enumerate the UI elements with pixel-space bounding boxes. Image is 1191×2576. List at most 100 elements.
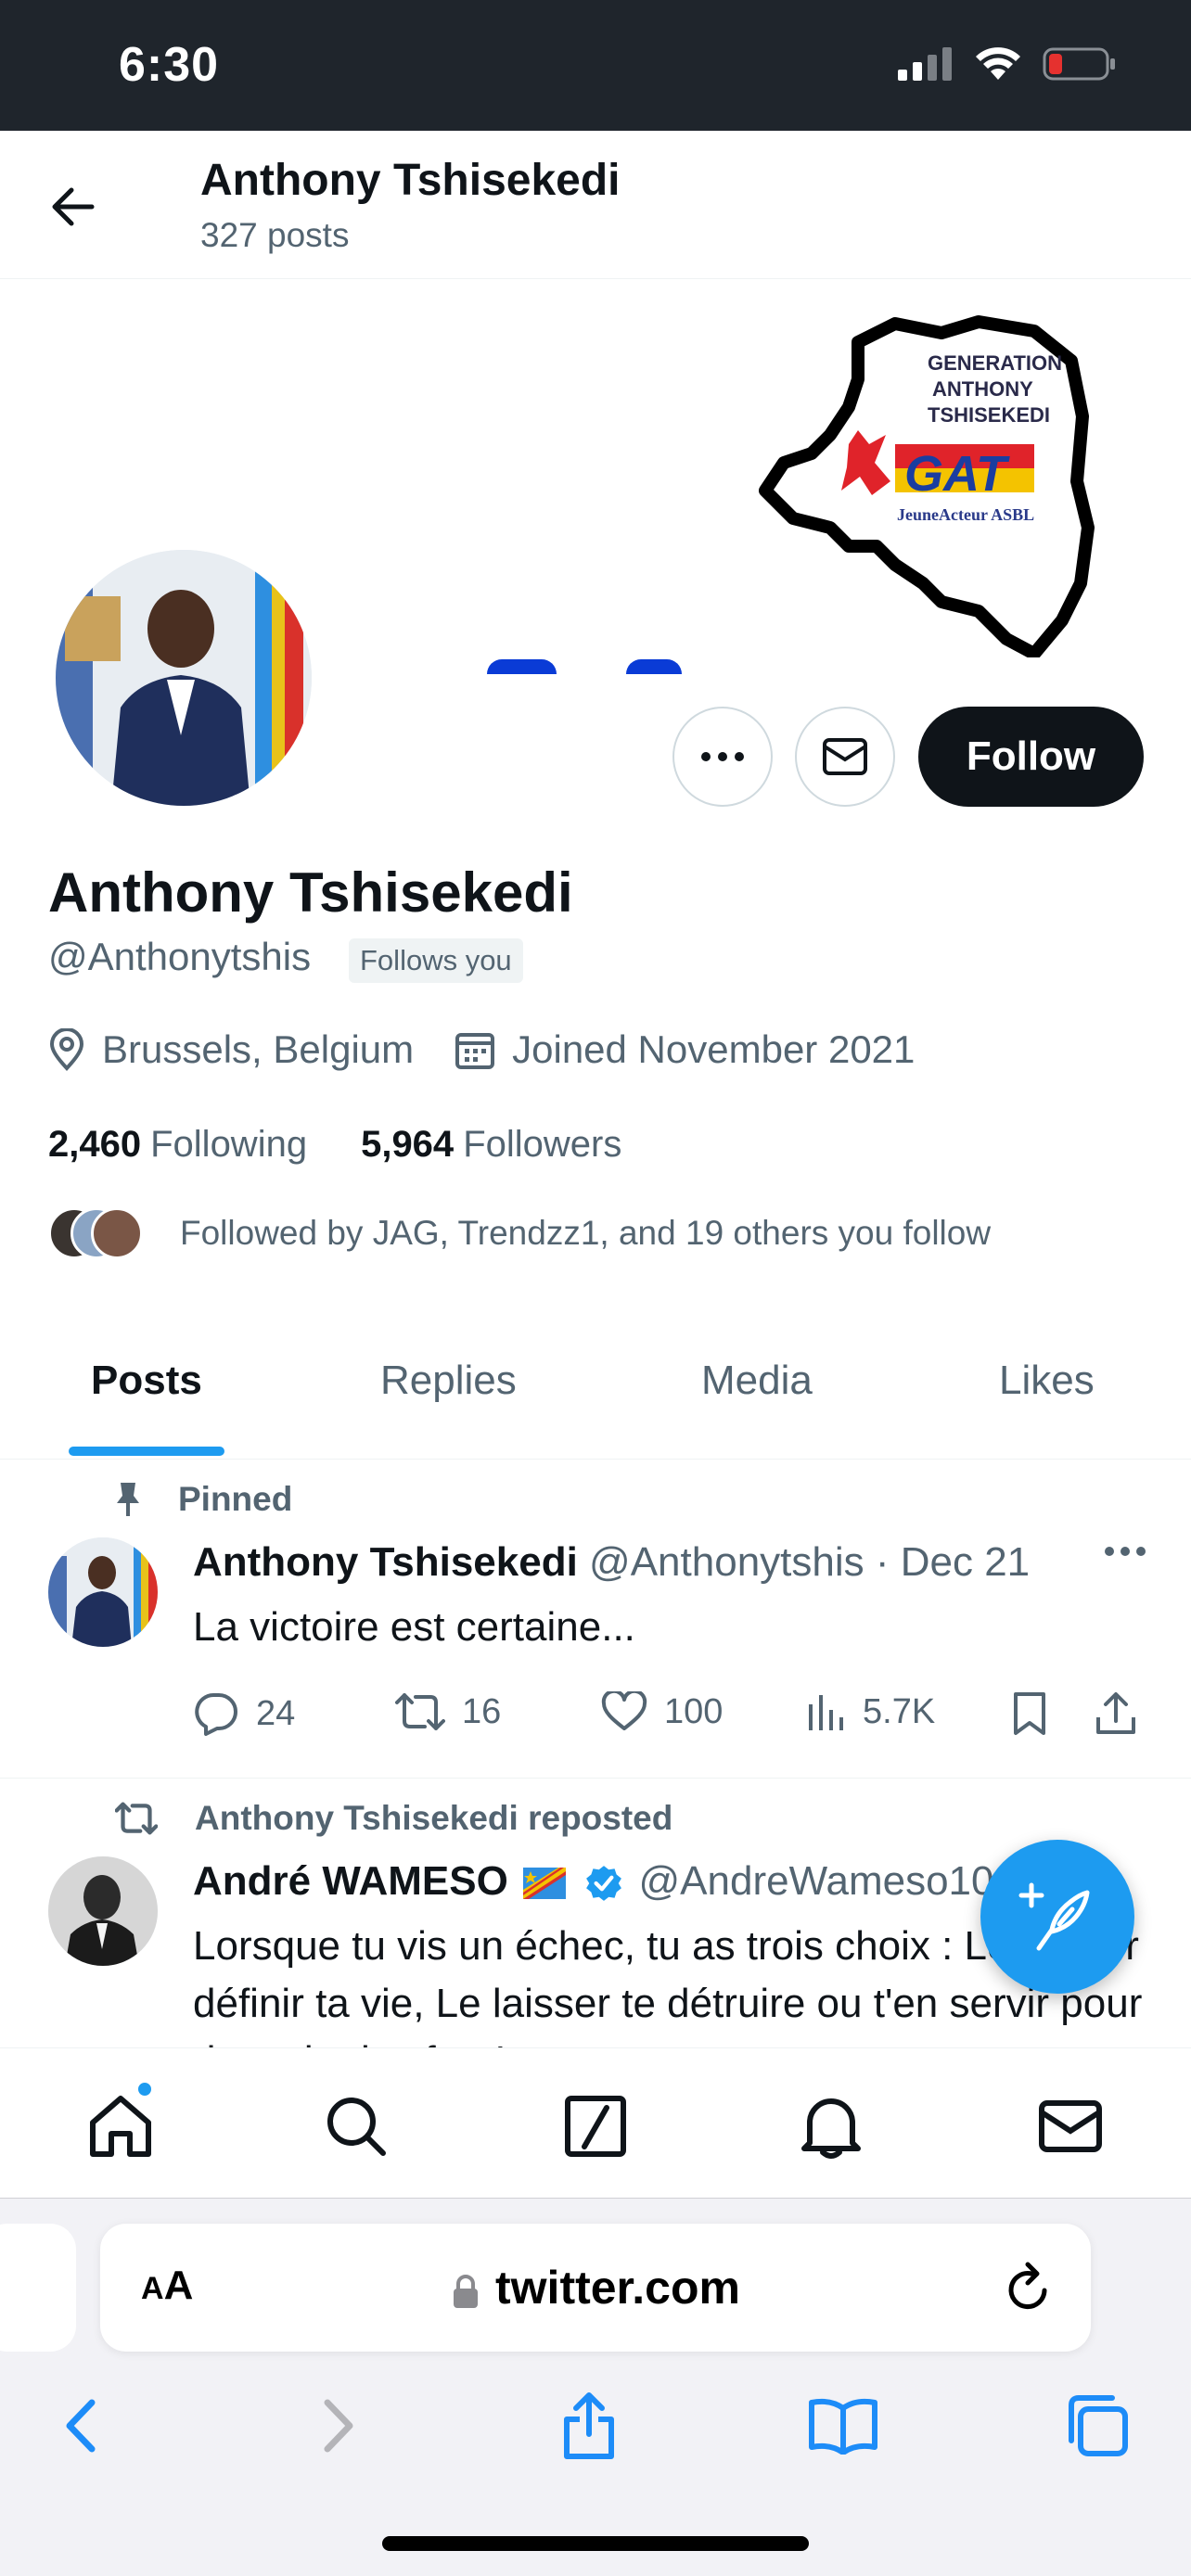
following-stat[interactable]: 2,460 Following — [48, 1124, 307, 1166]
reload-icon — [1008, 2262, 1047, 2310]
banner-logo: GENERATION ANTHONY TSHISEKEDI GAT JeuneA… — [759, 315, 1095, 657]
share-button[interactable] — [1095, 1691, 1137, 1736]
heart-icon — [601, 1691, 647, 1730]
follows-you-badge: Follows you — [349, 938, 523, 983]
followed-by-text: Followed by JAG, Trendzz1, and 19 others… — [180, 1214, 992, 1252]
repost-context-text: Anthony Tshisekedi reposted — [195, 1799, 673, 1837]
tweet-avatar[interactable] — [48, 1537, 158, 1647]
bell-icon — [801, 2098, 861, 2159]
active-tab-indicator — [69, 1447, 224, 1456]
profile-name: Anthony Tshisekedi — [48, 861, 573, 924]
url-display: twitter.com — [100, 2261, 1091, 2315]
home-indicator — [382, 2536, 809, 2551]
book-icon — [809, 2398, 877, 2455]
tab-media[interactable]: Media — [701, 1358, 813, 1404]
nav-home[interactable] — [85, 2091, 156, 2162]
tweet-author-name[interactable]: Anthony Tshisekedi — [193, 1539, 578, 1585]
views-button[interactable]: 5.7K — [805, 1691, 935, 1732]
message-button[interactable] — [795, 707, 895, 807]
reply-icon — [195, 1693, 237, 1736]
followers-stat[interactable]: 5,964 Followers — [361, 1124, 621, 1166]
avatar-photo — [56, 550, 312, 806]
bottom-navigation — [0, 2047, 1191, 2198]
chevron-left-icon — [66, 2399, 96, 2453]
location-text: Brussels, Belgium — [102, 1027, 415, 1071]
wifi-icon — [976, 47, 1020, 80]
followed-by[interactable]: Followed by JAG, Trendzz1, and 19 others… — [48, 1207, 991, 1259]
repost-count: 16 — [462, 1691, 502, 1731]
tweet-author-name[interactable]: André WAMESO — [193, 1858, 508, 1904]
browser-share-button[interactable] — [547, 2384, 631, 2468]
followers-label: Followers — [463, 1124, 622, 1165]
like-button[interactable]: 100 — [601, 1691, 723, 1732]
avatar-photo — [48, 1537, 158, 1647]
svg-text:JeuneActeur ASBL: JeuneActeur ASBL — [897, 505, 1034, 524]
repost-icon — [395, 1693, 445, 1730]
verified-badge-icon — [586, 1866, 622, 1902]
browser-back-button[interactable] — [39, 2384, 122, 2468]
compose-feather-icon — [1018, 1882, 1090, 1951]
views-chart-icon — [809, 1695, 843, 1730]
pinned-tweet[interactable]: Pinned Anthony Tshisekedi @Anthonytshis … — [0, 1460, 1191, 1779]
tweet-more-button[interactable] — [1104, 1545, 1146, 1562]
tweet-avatar[interactable] — [48, 1856, 158, 1966]
browser-bookmarks-button[interactable] — [801, 2384, 885, 2468]
svg-text:TSHISEKEDI: TSHISEKEDI — [928, 403, 1050, 427]
avatar-photo — [48, 1856, 158, 1966]
post-count: 327 posts — [200, 216, 350, 254]
chevron-right-icon — [324, 2399, 353, 2453]
repost-icon — [115, 1802, 158, 1835]
banner-shape — [487, 659, 557, 674]
banner-shape — [626, 659, 682, 674]
repost-context: Anthony Tshisekedi reposted — [115, 1799, 672, 1838]
url-text: twitter.com — [495, 2262, 740, 2314]
nav-search[interactable] — [321, 2091, 391, 2162]
repost-button[interactable]: 16 — [395, 1691, 501, 1732]
status-time: 6:30 — [119, 38, 220, 92]
browser-tabs-button[interactable] — [1056, 2384, 1139, 2468]
envelope-icon — [1039, 2100, 1102, 2152]
home-icon — [90, 2096, 151, 2157]
nav-notifications[interactable] — [796, 2091, 866, 2162]
following-label: Following — [150, 1124, 308, 1165]
reply-count: 24 — [256, 1693, 296, 1733]
tab-posts[interactable]: Posts — [91, 1358, 202, 1404]
svg-text:ANTHONY: ANTHONY — [932, 377, 1033, 401]
profile-avatar[interactable] — [48, 542, 319, 813]
svg-text:GAT: GAT — [904, 446, 1010, 502]
more-options-button[interactable] — [672, 707, 773, 807]
tab-replies[interactable]: Replies — [380, 1358, 517, 1404]
profile-handle: @Anthonytshis — [48, 935, 312, 978]
envelope-icon — [823, 738, 867, 775]
previous-tab-preview[interactable] — [0, 2224, 76, 2352]
status-icons — [898, 46, 1117, 82]
search-icon — [327, 2098, 386, 2156]
avatar — [91, 1207, 143, 1259]
following-count: 2,460 — [48, 1124, 142, 1165]
nav-grok[interactable] — [560, 2091, 631, 2162]
nav-messages[interactable] — [1035, 2091, 1106, 2162]
followers-count: 5,964 — [361, 1124, 455, 1165]
compose-tweet-button[interactable] — [980, 1840, 1134, 1994]
tab-likes[interactable]: Likes — [999, 1358, 1095, 1404]
address-bar[interactable]: AA twitter.com — [100, 2224, 1091, 2352]
reply-button[interactable]: 24 — [193, 1691, 295, 1736]
browser-forward-button[interactable] — [297, 2384, 380, 2468]
back-button[interactable] — [45, 179, 100, 235]
profile-header: Anthony Tshisekedi 327 posts — [0, 131, 1191, 279]
reload-button[interactable] — [1004, 2261, 1054, 2319]
followed-by-avatars — [48, 1207, 143, 1259]
pinned-label: Pinned — [115, 1480, 292, 1519]
more-icon — [1105, 1547, 1146, 1556]
follow-button[interactable]: Follow — [918, 707, 1144, 807]
follow-stats: 2,460 Following 5,964 Followers — [48, 1124, 675, 1166]
profile-tabs: Posts Replies Media Likes — [0, 1335, 1191, 1460]
views-count: 5.7K — [863, 1691, 936, 1731]
more-icon — [701, 752, 744, 761]
bookmark-button[interactable] — [1011, 1691, 1048, 1736]
svg-text:GENERATION: GENERATION — [928, 351, 1062, 375]
tweet-handle-date: @Anthonytshis · Dec 21 — [589, 1539, 1031, 1585]
notification-dot — [135, 2080, 154, 2098]
status-bar: 6:30 — [0, 0, 1191, 131]
location-pin-icon — [49, 1028, 84, 1071]
